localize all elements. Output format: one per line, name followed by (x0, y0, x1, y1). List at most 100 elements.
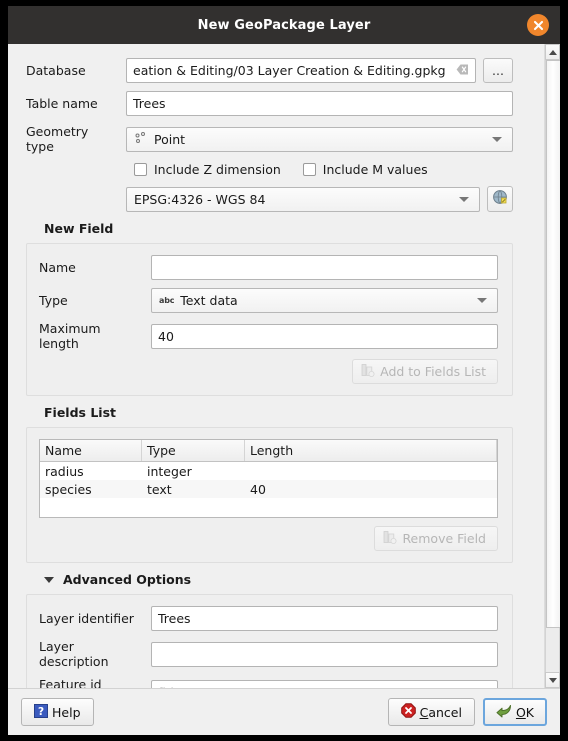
cell-name: species (45, 481, 92, 497)
layer-description-label: Layer description (39, 639, 109, 669)
dialog-title: New GeoPackage Layer (197, 17, 371, 33)
database-input[interactable]: eation & Editing/03 Layer Creation & Edi… (126, 58, 476, 83)
feature-id-column-input[interactable]: fid (151, 679, 498, 689)
fields-list-group: Name Type Length radius integer species … (26, 427, 513, 563)
ok-label: OK (515, 704, 534, 720)
field-name-input[interactable] (151, 255, 498, 280)
help-button[interactable]: ? Help (21, 698, 94, 726)
arrow-up-icon (548, 49, 557, 55)
cell-type: text (147, 481, 172, 497)
cell-length: 40 (250, 481, 266, 497)
geometry-type-label: Geometry type (26, 124, 89, 154)
table-row[interactable]: radius integer (40, 462, 497, 480)
vertical-scrollbar[interactable] (544, 44, 560, 688)
remove-field-icon (383, 530, 397, 547)
layer-description-row: Layer description (39, 639, 498, 669)
cancel-label: Cancel (419, 704, 462, 720)
new-geopackage-layer-dialog: New GeoPackage Layer Database eation & E… (8, 6, 560, 735)
database-value: eation & Editing/03 Layer Creation & Edi… (133, 63, 446, 78)
scrollbar-track[interactable] (545, 60, 560, 672)
new-field-group: Name Type abc Text data Maximum length 4… (26, 243, 513, 396)
ok-button[interactable]: OK (482, 698, 547, 726)
add-field-icon (361, 363, 375, 380)
dialog-footer: ? Help Cancel OK (8, 688, 560, 735)
text-data-icon: abc (159, 296, 175, 305)
layer-identifier-label: Layer identifier (39, 611, 134, 626)
geometry-type-row: Geometry type Point (26, 124, 513, 154)
globe-pencil-icon (492, 189, 509, 209)
field-name-row: Name (39, 255, 498, 280)
dimension-checkboxes: Include Z dimension Include M values (26, 162, 513, 177)
cell-name: radius (45, 463, 84, 479)
chevron-down-icon (459, 196, 469, 202)
field-type-value: Text data (180, 293, 238, 308)
dialog-titlebar: New GeoPackage Layer (8, 6, 560, 44)
clear-icon[interactable] (456, 63, 469, 78)
scroll-down-button[interactable] (545, 672, 560, 688)
column-header-type[interactable]: Type (142, 440, 245, 461)
scrollbar-thumb[interactable] (546, 60, 560, 628)
table-name-label: Table name (26, 96, 98, 111)
scroll-up-button[interactable] (545, 44, 560, 60)
dialog-scroll-area: Database eation & Editing/03 Layer Creat… (8, 44, 560, 688)
advanced-options-toggle[interactable]: Advanced Options (44, 572, 513, 587)
feature-id-column-row: Feature id column fid (39, 677, 498, 688)
max-length-row: Maximum length 40 (39, 321, 498, 351)
max-length-value: 40 (158, 328, 174, 344)
database-row: Database eation & Editing/03 Layer Creat… (26, 58, 513, 83)
cell-type: integer (147, 463, 192, 479)
table-empty-area (40, 498, 497, 517)
feature-id-column-label: Feature id column (39, 677, 102, 688)
remove-field-button[interactable]: Remove Field (374, 526, 498, 551)
max-length-label: Maximum length (39, 321, 101, 351)
database-browse-button[interactable]: ... (483, 58, 513, 83)
add-to-fields-list-button[interactable]: Add to Fields List (352, 359, 498, 384)
column-header-name[interactable]: Name (40, 440, 142, 461)
dialog-content: Database eation & Editing/03 Layer Creat… (8, 44, 531, 688)
arrow-down-icon (548, 677, 557, 683)
layer-description-input[interactable] (151, 641, 498, 667)
remove-button-label: Remove Field (402, 531, 486, 546)
checkbox-box (134, 163, 147, 176)
geometry-type-value: Point (154, 131, 186, 147)
cancel-icon (400, 703, 416, 721)
table-name-value: Trees (133, 96, 166, 111)
crs-combo[interactable]: EPSG:4326 - WGS 84 (126, 186, 480, 212)
fields-list-section-title: Fields List (44, 405, 116, 420)
field-type-combo[interactable]: abc Text data (151, 288, 498, 313)
field-name-label: Name (39, 260, 76, 275)
fields-table-header: Name Type Length (40, 440, 497, 462)
chevron-down-icon (492, 136, 502, 142)
help-icon: ? (34, 703, 48, 721)
checkbox-box (302, 163, 316, 176)
column-header-length[interactable]: Length (245, 440, 497, 461)
cancel-button[interactable]: Cancel (387, 698, 475, 726)
include-m-checkbox[interactable]: Include M values (302, 162, 428, 177)
triangle-down-icon (44, 576, 54, 583)
layer-identifier-value: Trees (158, 611, 191, 626)
point-geometry-icon (134, 131, 148, 148)
crs-row: EPSG:4326 - WGS 84 (26, 186, 513, 212)
crs-value: EPSG:4326 - WGS 84 (134, 191, 266, 207)
svg-text:?: ? (38, 706, 44, 718)
include-m-label: Include M values (322, 162, 428, 177)
layer-identifier-input[interactable]: Trees (151, 606, 498, 631)
table-name-row: Table name Trees (26, 91, 513, 116)
fields-table[interactable]: Name Type Length radius integer species … (39, 439, 498, 518)
table-name-input[interactable]: Trees (126, 91, 513, 116)
field-type-label: Type (39, 293, 68, 308)
feature-id-placeholder: fid (158, 685, 174, 689)
table-row[interactable]: species text 40 (40, 480, 497, 498)
include-z-label: Include Z dimension (154, 162, 281, 177)
advanced-options-group: Layer identifier Trees Layer description (26, 594, 513, 688)
help-label: Help (52, 704, 81, 720)
select-crs-button[interactable] (487, 186, 513, 212)
geometry-type-combo[interactable]: Point (126, 126, 513, 152)
database-label: Database (26, 63, 86, 78)
max-length-input[interactable]: 40 (151, 323, 498, 349)
include-z-checkbox[interactable]: Include Z dimension (134, 162, 281, 177)
advanced-options-title: Advanced Options (63, 572, 192, 587)
close-icon[interactable] (527, 14, 549, 36)
new-field-section-title: New Field (44, 221, 114, 236)
layer-identifier-row: Layer identifier Trees (39, 606, 498, 631)
